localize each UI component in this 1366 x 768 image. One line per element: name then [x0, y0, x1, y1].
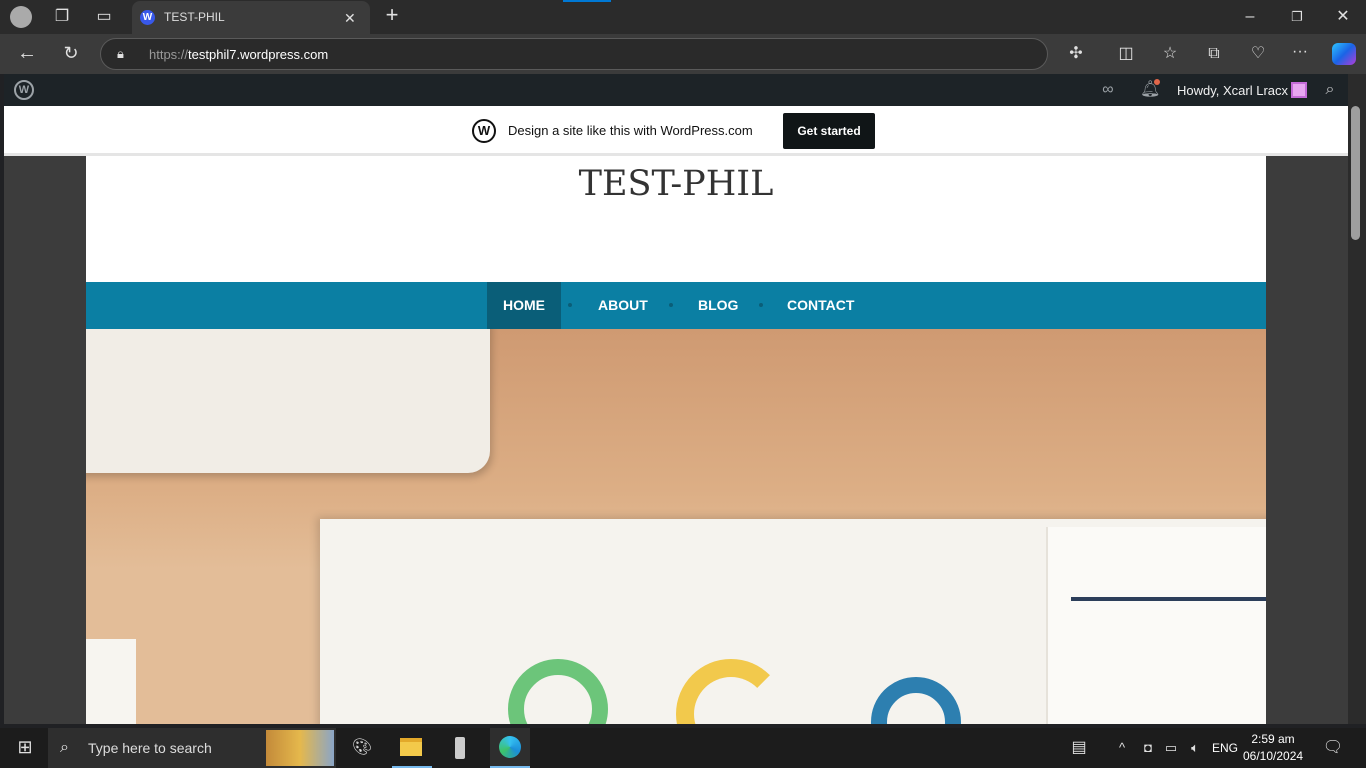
collections-icon[interactable]: ⧉: [1204, 44, 1224, 64]
howdy-user[interactable]: Howdy, Xcarl Lracx: [1177, 83, 1288, 98]
new-tab-icon[interactable]: +: [382, 4, 402, 26]
pen-line: [1071, 597, 1266, 601]
search-highlight-image: [266, 730, 334, 766]
workspaces-icon[interactable]: ❐: [52, 7, 72, 27]
site-title[interactable]: TEST-PHIL: [86, 164, 1266, 204]
minimize-icon[interactable]: –: [1240, 7, 1260, 27]
user-avatar[interactable]: [1291, 82, 1307, 98]
nav-blog[interactable]: BLOG: [682, 282, 754, 329]
windows-start-icon[interactable]: ⊞: [14, 737, 36, 757]
header-image: [86, 329, 1266, 724]
network-icon[interactable]: ▭: [1162, 738, 1180, 758]
nav-contact[interactable]: CONTACT: [771, 282, 870, 329]
refresh-icon[interactable]: ↻: [60, 43, 82, 63]
nav-home[interactable]: HOME: [487, 282, 561, 329]
tab-title: TEST-PHIL: [164, 10, 225, 24]
show-hidden-icons[interactable]: ^: [1114, 738, 1130, 758]
copilot-icon[interactable]: [1332, 43, 1356, 65]
split-screen-icon[interactable]: ◫: [1116, 44, 1136, 64]
clock-time[interactable]: 2:59 am: [1243, 732, 1303, 746]
tab-bar: ❐ ▭ W TEST-PHIL ✕ + – ❐ ✕: [0, 0, 1366, 34]
url-host: testphil7.wordpress.com: [188, 47, 329, 62]
notification-dot: [1154, 79, 1160, 85]
app-icon[interactable]: [455, 737, 465, 759]
banner-text: Design a site like this with WordPress.c…: [508, 123, 753, 138]
restore-icon[interactable]: ❐: [1287, 7, 1307, 27]
page-viewport: W Design a site like this with WordPress…: [4, 106, 1348, 724]
edge-icon: [499, 736, 521, 758]
wp-admin-bar: W ∞ 🔔︎ Howdy, Xcarl Lracx ⌕: [4, 74, 1348, 106]
site-page: TEST-PHIL HOME ABOUT BLOG CONTACT: [86, 156, 1266, 724]
clock-date[interactable]: 06/10/2024: [1243, 749, 1303, 763]
address-bar[interactable]: 🔒︎ https://testphil7.wordpress.com: [100, 38, 1048, 70]
search-icon: ⌕: [60, 739, 69, 756]
reader-glasses-icon[interactable]: ∞: [1096, 80, 1120, 100]
news-widget-icon[interactable]: ▤: [1068, 738, 1090, 758]
search-icon[interactable]: ⌕: [1320, 80, 1340, 100]
more-icon[interactable]: ···: [1290, 42, 1310, 62]
tablet-shape: [86, 329, 490, 473]
favorites-icon[interactable]: ☆: [1160, 44, 1180, 64]
page-scrollbar[interactable]: [1348, 74, 1366, 724]
profile-avatar[interactable]: [10, 6, 32, 28]
volume-icon[interactable]: 🔈︎: [1186, 738, 1204, 758]
url-text: https://testphil7.wordpress.com: [149, 47, 328, 62]
notification-center-icon[interactable]: 🗨︎: [1322, 738, 1344, 758]
wordpress-logo-icon[interactable]: W: [14, 80, 34, 100]
wordpress-favicon-icon: W: [140, 10, 155, 25]
wpcom-banner: W Design a site like this with WordPress…: [4, 106, 1348, 156]
back-icon[interactable]: ←: [16, 43, 38, 63]
taskbar-search[interactable]: ⌕ Type here to search: [48, 728, 336, 768]
file-explorer-icon[interactable]: [400, 738, 422, 756]
url-scheme: https://: [149, 47, 189, 62]
site-navigation: HOME ABOUT BLOG CONTACT: [86, 282, 1266, 329]
extensions-icon[interactable]: ✣: [1066, 44, 1086, 64]
camera-icon[interactable]: ◘: [1140, 738, 1156, 758]
windows-taskbar: ⊞ ⌕ Type here to search 🎨︎ ▤ ^ ◘ ▭ 🔈︎ EN…: [0, 728, 1366, 768]
lock-icon[interactable]: 🔒︎: [117, 44, 124, 64]
notebook-page: [1046, 527, 1266, 724]
paint-app-icon[interactable]: 🎨︎: [350, 738, 374, 758]
language-indicator[interactable]: ENG: [1212, 741, 1238, 755]
browser-essentials-icon[interactable]: ♡: [1248, 44, 1268, 64]
drag-indicator: [563, 0, 611, 2]
nav-separator: [669, 303, 673, 307]
search-placeholder: Type here to search: [88, 740, 212, 756]
get-started-button[interactable]: Get started: [783, 113, 875, 149]
wordpress-logo-icon: W: [472, 119, 496, 143]
nav-separator: [759, 303, 763, 307]
edge-taskbar-button[interactable]: [490, 728, 530, 768]
scrollbar-thumb[interactable]: [1351, 106, 1360, 240]
nav-separator: [568, 303, 572, 307]
spiral-notepad: [86, 639, 136, 724]
close-window-icon[interactable]: ✕: [1333, 7, 1353, 27]
tab-actions-icon[interactable]: ▭: [94, 7, 114, 27]
tab-test-phil[interactable]: W TEST-PHIL ✕: [132, 1, 370, 34]
nav-about[interactable]: ABOUT: [582, 282, 664, 329]
close-tab-icon[interactable]: ✕: [344, 8, 356, 28]
